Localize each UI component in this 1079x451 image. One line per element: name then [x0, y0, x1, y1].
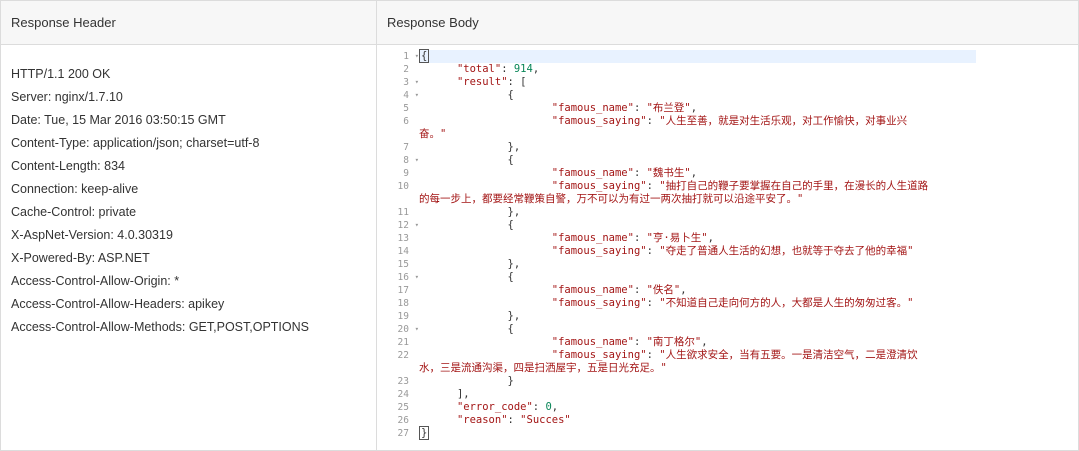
line-number: 9 — [403, 168, 409, 179]
code-line: "famous_saying": "抽打自己的鞭子要掌握在自己的手里，在漫长的人… — [551, 180, 929, 192]
line-number-gutter: 1 ▾ 2 3 ▾ 4 ▾ 5 6 7 8 ▾ 9 10 11 12 ▾ 13 14 15 16 ▾ 17 18 19 20 ▾ 21… — [377, 50, 419, 440]
header-line: Content-Type: application/json; charset=… — [11, 136, 260, 150]
line-number: 14 — [397, 246, 409, 257]
line-number: 24 — [397, 389, 409, 400]
code-line: }, — [507, 258, 521, 270]
code-line: "famous_saying": "人生至善，就是对生活乐观，对工作愉快，对事业… — [551, 115, 908, 127]
line-number: 25 — [397, 402, 409, 413]
header-line: Cache-Control: private — [11, 205, 137, 219]
header-line: X-Powered-By: ASP.NET — [11, 251, 150, 265]
code-line: 奋。" — [419, 128, 447, 140]
code-line: "famous_name": "魏书生", — [551, 167, 698, 179]
code-line: "famous_name": "布兰登", — [551, 102, 698, 114]
header-line: Access-Control-Allow-Headers: apikey — [11, 297, 225, 311]
response-header-list: HTTP/1.1 200 OK Server: nginx/1.7.10 Date:… — [1, 45, 376, 339]
line-number: 21 — [397, 337, 409, 348]
response-header-title: Response Header — [1, 1, 376, 45]
line-number: 22 — [397, 350, 409, 361]
code-line: "famous_saying": "不知道自己走向何方的人，大都是人生的匆匆过客… — [551, 297, 914, 309]
header-line: Date: Tue, 15 Mar 2016 03:50:15 GMT — [11, 113, 226, 127]
line-number: 15 — [397, 259, 409, 270]
code-line: "famous_name": "亨·易卜生", — [551, 232, 714, 244]
line-number: 27 — [397, 428, 409, 439]
code-line: 的每一步上，都要经常鞭策自警，万不可以为有过一两次抽打就可以沿途平安了。" — [419, 193, 804, 205]
line-number: 5 — [403, 103, 409, 114]
line-number: 1 ▾ — [403, 51, 419, 62]
code-line: "error_code": 0, — [456, 401, 559, 413]
code-line: { — [507, 89, 514, 101]
response-header-panel: Response Header HTTP/1.1 200 OK Server: n… — [1, 1, 377, 450]
line-number: 16 ▾ — [397, 272, 419, 283]
code-line: { — [507, 154, 514, 166]
line-number: 18 — [397, 298, 409, 309]
header-line: X-AspNet-Version: 4.0.30319 — [11, 228, 173, 242]
code-line: "total": 914, — [456, 63, 540, 75]
line-number: 19 — [397, 311, 409, 322]
line-number: 20 ▾ — [397, 324, 419, 335]
response-body-panel: Response Body 1 ▾ 2 3 ▾ 4 ▾ 5 6 7 8 ▾ 9 10 11 12 ▾ 13 14 15… — [377, 1, 1078, 450]
header-line: Access-Control-Allow-Origin: * — [11, 274, 180, 288]
code-line: "famous_name": "佚名", — [551, 284, 687, 296]
response-viewer: Response Header HTTP/1.1 200 OK Server: n… — [0, 0, 1079, 451]
code-line: }, — [507, 206, 521, 218]
line-number: 13 — [397, 233, 409, 244]
code-line: { — [419, 49, 976, 63]
line-number: 6 — [403, 116, 409, 127]
code-viewer[interactable]: 1 ▾ 2 3 ▾ 4 ▾ 5 6 7 8 ▾ 9 10 11 12 ▾ 13 14 15 16 ▾ 17 18 19 20 ▾ 21… — [377, 49, 1078, 446]
line-number — [377, 128, 413, 141]
code-line: { — [507, 323, 514, 335]
code-line: { — [507, 271, 514, 283]
code-line: }, — [507, 310, 521, 322]
code-line: "reason": "Succes" — [456, 414, 571, 426]
header-line: Content-Length: 834 — [11, 159, 125, 173]
line-number: 23 — [397, 376, 409, 387]
line-number: 11 — [397, 207, 409, 218]
header-line: HTTP/1.1 200 OK — [11, 67, 111, 81]
line-number: 26 — [397, 415, 409, 426]
line-number — [377, 362, 413, 375]
line-number — [377, 193, 413, 206]
code-line: } — [419, 426, 430, 440]
line-number: 7 — [403, 142, 409, 153]
response-body-title: Response Body — [377, 1, 1078, 45]
line-number: 17 — [397, 285, 409, 296]
code-line: { — [507, 219, 514, 231]
line-number: 4 ▾ — [403, 90, 419, 101]
header-line: Connection: keep-alive — [11, 182, 139, 196]
code-line: } — [507, 375, 514, 387]
code-line: 水，三是流通沟渠，四是扫洒屋宇，五是日光充足。" — [419, 362, 667, 374]
header-line: Access-Control-Allow-Methods: GET,POST,O… — [11, 320, 309, 334]
code-line: ], — [456, 388, 470, 400]
line-number: 2 — [403, 64, 409, 75]
line-number: 10 — [397, 181, 409, 192]
line-number: 8 ▾ — [403, 155, 419, 166]
code-content[interactable]: { "total": 914, "result": [ { "famous_na… — [419, 49, 979, 440]
line-number: 3 ▾ — [403, 77, 419, 88]
code-line: "famous_saying": "夺走了普通人生活的幻想，也就等于夺去了他的幸… — [551, 245, 914, 257]
code-line: "famous_name": "南丁格尔", — [551, 336, 708, 348]
line-number: 12 ▾ — [397, 220, 419, 231]
code-line: "famous_saying": "人生欲求安全，当有五要。一是清洁空气，二是澄… — [551, 349, 918, 361]
code-line: "result": [ — [456, 76, 527, 88]
code-line: }, — [507, 141, 521, 153]
header-line: Server: nginx/1.7.10 — [11, 90, 123, 104]
